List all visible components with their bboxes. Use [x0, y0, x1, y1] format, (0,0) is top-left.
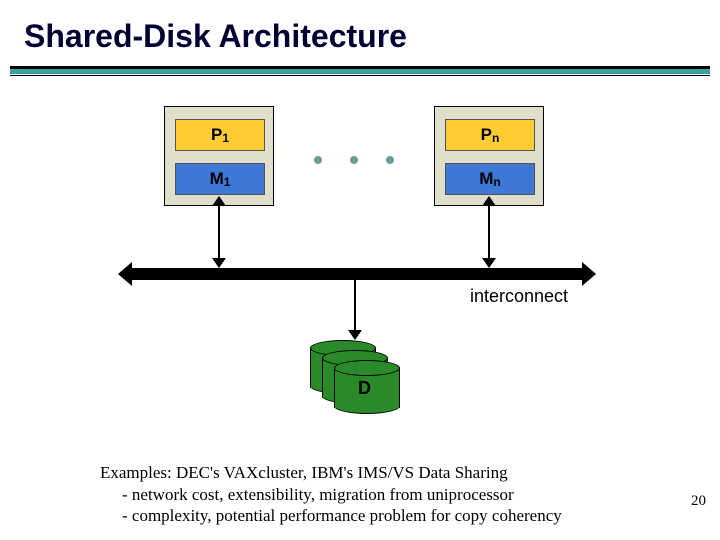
node-group-1: P1 M1: [164, 106, 274, 206]
memory-box-1: M1: [175, 163, 265, 195]
disk-label: D: [358, 378, 371, 399]
memory-subscript: 1: [224, 175, 231, 189]
connector-group1-bus: [218, 206, 220, 258]
memory-subscript: n: [493, 175, 500, 189]
examples-bullet: - complexity, potential performance prob…: [100, 505, 660, 526]
examples-bullet: - network cost, extensibility, migration…: [100, 484, 660, 505]
memory-label: M: [479, 169, 493, 189]
slide-title: Shared-Disk Architecture: [24, 18, 407, 55]
connector-groupn-bus: [488, 206, 490, 258]
processor-subscript: n: [492, 131, 499, 145]
processor-box-n: Pn: [445, 119, 535, 151]
slide-number: 20: [691, 493, 706, 510]
slide: Shared-Disk Architecture P1 M1 Pn Mn: [0, 0, 720, 540]
node-group-n: Pn Mn: [434, 106, 544, 206]
processor-box-1: P1: [175, 119, 265, 151]
memory-box-n: Mn: [445, 163, 535, 195]
interconnect-label: interconnect: [470, 286, 568, 307]
ellipsis-icon: [314, 150, 394, 170]
architecture-diagram: P1 M1 Pn Mn interconnect D: [142, 106, 572, 426]
connector-bus-disk: [354, 280, 356, 330]
memory-label: M: [210, 169, 224, 189]
processor-label: P: [211, 125, 222, 145]
title-underline: [10, 66, 710, 76]
examples-line: Examples: DEC's VAXcluster, IBM's IMS/VS…: [100, 462, 660, 483]
processor-subscript: 1: [222, 131, 229, 145]
examples-text: Examples: DEC's VAXcluster, IBM's IMS/VS…: [100, 462, 660, 526]
processor-label: P: [481, 125, 492, 145]
shared-disk-stack: D: [310, 340, 410, 418]
